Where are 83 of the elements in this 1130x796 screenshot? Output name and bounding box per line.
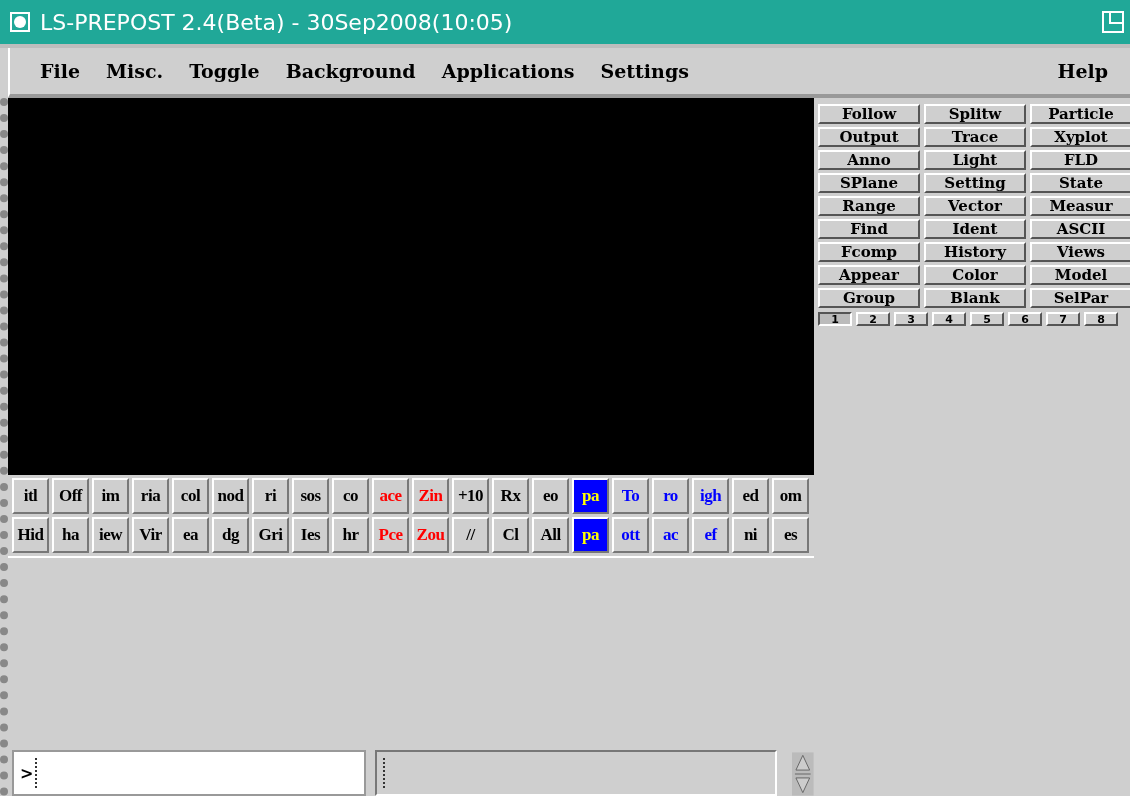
menu-item[interactable]: Applications (441, 60, 575, 82)
toolbar-button[interactable]: ef (692, 517, 729, 553)
scroll-arrows-icon[interactable] (792, 752, 814, 796)
window-title: LS-PREPOST 2.4(Beta) - 30Sep2008(10:05) (40, 9, 514, 35)
page-tab[interactable]: 1 (818, 312, 852, 326)
toolbar-button[interactable]: iew (92, 517, 129, 553)
page-tab[interactable]: 8 (1084, 312, 1118, 326)
panel-button[interactable]: Xyplot (1030, 127, 1130, 147)
toolbar-button[interactable]: ria (132, 478, 169, 514)
panel-button[interactable]: SPlane (818, 173, 920, 193)
toolbar-button[interactable]: Gri (252, 517, 289, 553)
panel-button[interactable]: Setting (924, 173, 1026, 193)
panel-button[interactable]: Light (924, 150, 1026, 170)
panel-button[interactable]: Color (924, 265, 1026, 285)
panel-button[interactable]: Anno (818, 150, 920, 170)
toolbar-button[interactable]: om (772, 478, 809, 514)
window-menu-icon[interactable] (10, 12, 30, 32)
page-tab[interactable]: 6 (1008, 312, 1042, 326)
toolbar-button[interactable]: col (172, 478, 209, 514)
panel-button[interactable]: FLD (1030, 150, 1130, 170)
panel-button[interactable]: Follow (818, 104, 920, 124)
panel-button[interactable]: Ident (924, 219, 1026, 239)
toolbar-button[interactable]: Rx (492, 478, 529, 514)
page-tab[interactable]: 3 (894, 312, 928, 326)
toolbar-button[interactable]: ro (652, 478, 689, 514)
toolbar-button[interactable]: ott (612, 517, 649, 553)
toolbar-button[interactable]: nod (212, 478, 249, 514)
toolbar-button[interactable]: ac (652, 517, 689, 553)
page-tab[interactable]: 4 (932, 312, 966, 326)
toolbar-button[interactable]: es (772, 517, 809, 553)
panel-button[interactable]: Trace (924, 127, 1026, 147)
panel-button[interactable]: Group (818, 288, 920, 308)
menu-item[interactable]: Settings (600, 60, 689, 82)
panel-button[interactable]: ASCII (1030, 219, 1130, 239)
toolbar-button[interactable]: igh (692, 478, 729, 514)
toolbar-button[interactable]: im (92, 478, 129, 514)
panel-button[interactable]: Find (818, 219, 920, 239)
toolbar-button[interactable]: eo (532, 478, 569, 514)
toolbar-button[interactable]: ha (52, 517, 89, 553)
toolbar-button[interactable]: ed (732, 478, 769, 514)
menu-item[interactable]: Help (1057, 60, 1108, 82)
menu-item[interactable]: File (40, 60, 80, 82)
panel-button[interactable]: Blank (924, 288, 1026, 308)
toolbar-button[interactable]: Cl (492, 517, 529, 553)
toolbar-button[interactable]: ni (732, 517, 769, 553)
toolbar-button[interactable]: Vir (132, 517, 169, 553)
panel-button[interactable]: Range (818, 196, 920, 216)
toolbar-button[interactable]: pa (572, 478, 609, 514)
toolbar-button[interactable]: itl (12, 478, 49, 514)
toolbar-button[interactable]: co (332, 478, 369, 514)
panel-button[interactable]: Particle (1030, 104, 1130, 124)
page-tab[interactable]: 7 (1046, 312, 1080, 326)
panel-button[interactable]: Splitw (924, 104, 1026, 124)
page-tab[interactable]: 5 (970, 312, 1004, 326)
panel-button[interactable]: History (924, 242, 1026, 262)
panel-button[interactable]: Views (1030, 242, 1130, 262)
panel-button[interactable]: Fcomp (818, 242, 920, 262)
maximize-icon[interactable] (1102, 11, 1124, 33)
panel-button[interactable]: State (1030, 173, 1130, 193)
menu-item[interactable]: Toggle (189, 60, 260, 82)
toolbar-button[interactable]: Ies (292, 517, 329, 553)
toolbar-button[interactable]: sos (292, 478, 329, 514)
panel-button[interactable]: Measur (1030, 196, 1130, 216)
toolbar-button[interactable]: ri (252, 478, 289, 514)
menu-item[interactable]: Misc. (106, 60, 164, 82)
panel-button[interactable]: SelPar (1030, 288, 1130, 308)
toolbar-button[interactable]: hr (332, 517, 369, 553)
menu-item[interactable]: Background (285, 60, 416, 82)
toolbar-button[interactable]: dg (212, 517, 249, 553)
panel-button[interactable]: Vector (924, 196, 1026, 216)
panel-button[interactable]: Output (818, 127, 920, 147)
toolbar-button[interactable]: Hid (12, 517, 49, 553)
toolbar-button[interactable]: +10 (452, 478, 489, 514)
toolbar-button[interactable]: All (532, 517, 569, 553)
toolbar-button[interactable]: pa (572, 517, 609, 553)
page-tab[interactable]: 2 (856, 312, 890, 326)
panel-button[interactable]: Model (1030, 265, 1130, 285)
panel-button[interactable]: Appear (818, 265, 920, 285)
toolbar-button[interactable]: Off (52, 478, 89, 514)
toolbar-button[interactable]: // (452, 517, 489, 553)
toolbar-button[interactable]: To (612, 478, 649, 514)
toolbar-button[interactable]: ea (172, 517, 209, 553)
command-field[interactable]: > (12, 750, 366, 796)
